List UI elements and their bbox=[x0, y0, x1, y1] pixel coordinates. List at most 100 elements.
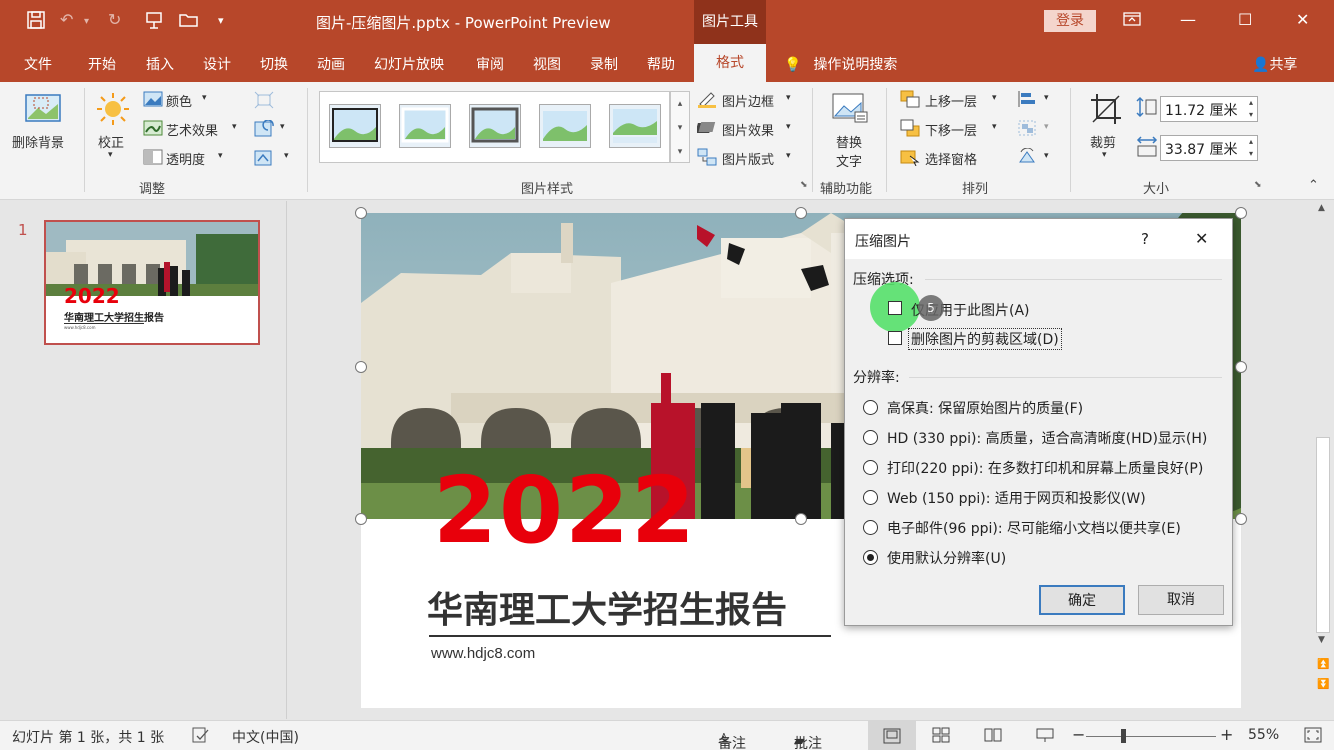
width-spinner-icon[interactable]: ▴ ▾ bbox=[1249, 136, 1253, 160]
tab-record[interactable]: 录制 bbox=[590, 54, 618, 74]
previous-slide-icon[interactable]: ⏫ bbox=[1317, 659, 1329, 670]
scroll-up-icon[interactable]: ▲ bbox=[1318, 203, 1325, 213]
artistic-dropdown-icon[interactable]: ▾ bbox=[232, 122, 237, 132]
picture-layout-dropdown-icon[interactable]: ▾ bbox=[786, 151, 791, 161]
radio-resolution-default[interactable] bbox=[863, 550, 878, 565]
zoom-in-button[interactable]: + bbox=[1220, 725, 1233, 744]
resize-handle-top-left[interactable] bbox=[355, 207, 367, 219]
resize-handle-bottom[interactable] bbox=[795, 513, 807, 525]
picture-border-label[interactable]: 图片边框 bbox=[722, 91, 774, 110]
resolution-web-label[interactable]: Web (150 ppi): 适用于网页和投影仪(W) bbox=[887, 488, 1146, 508]
color-dropdown-icon[interactable]: ▾ bbox=[202, 93, 207, 103]
tab-format[interactable]: 格式 bbox=[694, 44, 766, 82]
share-button[interactable]: 👤共享 bbox=[1252, 54, 1297, 74]
resize-handle-top-right[interactable] bbox=[1235, 207, 1247, 219]
undo-icon[interactable]: ↶ bbox=[60, 10, 73, 29]
remove-background-label[interactable]: 删除背景 bbox=[12, 132, 64, 151]
resize-handle-bottom-left[interactable] bbox=[355, 513, 367, 525]
picture-effects-icon[interactable] bbox=[695, 119, 717, 141]
close-icon[interactable]: ✕ bbox=[1296, 10, 1309, 29]
zoom-level[interactable]: 55% bbox=[1248, 727, 1279, 743]
customize-toolbar-icon[interactable]: ▾ bbox=[218, 14, 224, 27]
tab-slideshow[interactable]: 幻灯片放映 bbox=[374, 54, 444, 74]
zoom-out-button[interactable]: − bbox=[1072, 725, 1085, 744]
open-folder-icon[interactable] bbox=[178, 10, 200, 34]
send-backward-label[interactable]: 下移一层 bbox=[925, 120, 977, 139]
tab-help[interactable]: 帮助 bbox=[647, 54, 675, 74]
slide-url[interactable]: www.hdjc8.com bbox=[431, 645, 535, 662]
picture-effects-dropdown-icon[interactable]: ▾ bbox=[786, 122, 791, 132]
cancel-button[interactable]: 取消 bbox=[1138, 585, 1224, 615]
resize-handle-bottom-right[interactable] bbox=[1235, 513, 1247, 525]
picture-border-dropdown-icon[interactable]: ▾ bbox=[786, 93, 791, 103]
height-input[interactable]: 11.72 厘米 ▴ ▾ bbox=[1160, 96, 1258, 122]
crop-label[interactable]: 裁剪 bbox=[1090, 132, 1116, 151]
maximize-icon[interactable]: ☐ bbox=[1238, 10, 1252, 29]
slide-year[interactable]: 2022 bbox=[433, 465, 697, 557]
save-icon[interactable] bbox=[26, 10, 46, 34]
transparency-label[interactable]: 透明度 bbox=[166, 149, 205, 168]
delete-crop-checkbox[interactable] bbox=[888, 331, 902, 345]
spell-check-icon[interactable] bbox=[192, 727, 210, 747]
change-picture-icon[interactable] bbox=[254, 119, 276, 142]
alt-text-label-2[interactable]: 文字 bbox=[836, 151, 862, 170]
group-dropdown-icon[interactable]: ▾ bbox=[1044, 122, 1049, 132]
fit-to-window-icon[interactable] bbox=[1304, 727, 1322, 747]
remove-background-icon[interactable] bbox=[24, 92, 62, 128]
dialog-help-button[interactable]: ? bbox=[1141, 230, 1149, 248]
language-indicator[interactable]: 中文(中国) bbox=[232, 727, 299, 747]
radio-resolution-email[interactable] bbox=[863, 520, 878, 535]
login-button[interactable]: 登录 bbox=[1044, 10, 1096, 32]
resolution-email-label[interactable]: 电子邮件(96 ppi): 尽可能缩小文档以便共享(E) bbox=[887, 518, 1181, 538]
scroll-thumb[interactable] bbox=[1316, 437, 1330, 633]
slide-title[interactable]: 华南理工大学招生报告 bbox=[427, 581, 787, 633]
alt-text-icon[interactable] bbox=[831, 92, 869, 128]
slide-sorter-icon[interactable] bbox=[932, 727, 950, 747]
normal-view-button[interactable] bbox=[868, 721, 916, 750]
rotate-icon[interactable] bbox=[1017, 147, 1037, 170]
picture-style-3[interactable] bbox=[469, 104, 521, 148]
crop-dropdown-icon[interactable]: ▾ bbox=[1102, 150, 1107, 160]
resolution-default-label[interactable]: 使用默认分辨率(U) bbox=[887, 548, 1006, 568]
size-dialog-launcher-icon[interactable]: ⬊ bbox=[1254, 180, 1262, 190]
artistic-effects-icon[interactable] bbox=[143, 120, 163, 140]
tab-transitions[interactable]: 切换 bbox=[260, 54, 288, 74]
corrections-icon[interactable] bbox=[96, 92, 130, 130]
reset-picture-icon[interactable] bbox=[254, 149, 276, 171]
bring-forward-dropdown-icon[interactable]: ▾ bbox=[992, 93, 997, 103]
resolution-hd-label[interactable]: HD (330 ppi): 高质量，适合高清晰度(HD)显示(H) bbox=[887, 428, 1207, 448]
delete-crop-label[interactable]: 删除图片的剪裁区域(D) bbox=[908, 328, 1062, 350]
color-label[interactable]: 颜色 bbox=[166, 91, 192, 110]
gallery-scroll[interactable]: ▴ ▾ ▾ bbox=[670, 91, 690, 163]
change-picture-dropdown-icon[interactable]: ▾ bbox=[280, 122, 285, 132]
picture-border-icon[interactable] bbox=[697, 90, 717, 112]
bring-forward-label[interactable]: 上移一层 bbox=[925, 91, 977, 110]
resize-handle-top[interactable] bbox=[795, 207, 807, 219]
tab-home[interactable]: 开始 bbox=[88, 54, 116, 74]
radio-resolution-high-fidelity[interactable] bbox=[863, 400, 878, 415]
radio-resolution-print[interactable] bbox=[863, 460, 878, 475]
send-backward-icon[interactable] bbox=[900, 119, 920, 141]
slideshow-icon[interactable] bbox=[1036, 727, 1054, 747]
reading-view-icon[interactable] bbox=[984, 727, 1002, 747]
width-input[interactable]: 33.87 厘米 ▴ ▾ bbox=[1160, 135, 1258, 161]
apply-only-checkbox[interactable] bbox=[888, 301, 902, 315]
color-icon[interactable] bbox=[143, 91, 163, 111]
corrections-label[interactable]: 校正 bbox=[98, 132, 124, 151]
transparency-dropdown-icon[interactable]: ▾ bbox=[218, 151, 223, 161]
zoom-slider-thumb[interactable] bbox=[1121, 729, 1126, 743]
presentation-icon[interactable] bbox=[144, 10, 164, 34]
compress-pictures-icon[interactable] bbox=[254, 91, 274, 113]
artistic-effects-label[interactable]: 艺术效果 bbox=[166, 120, 218, 139]
selection-pane-label[interactable]: 选择窗格 bbox=[925, 149, 977, 168]
undo-dropdown-icon[interactable]: ▾ bbox=[84, 16, 89, 27]
tab-review[interactable]: 审阅 bbox=[476, 54, 504, 74]
reset-picture-dropdown-icon[interactable]: ▾ bbox=[284, 151, 289, 161]
tell-me-search[interactable]: 💡 操作说明搜索 bbox=[784, 54, 897, 74]
collapse-ribbon-icon[interactable]: ⌃ bbox=[1308, 178, 1319, 193]
minimize-icon[interactable]: — bbox=[1180, 10, 1196, 29]
picture-style-5[interactable] bbox=[609, 104, 661, 148]
scroll-down-icon[interactable]: ▼ bbox=[1318, 635, 1325, 645]
alt-text-label-1[interactable]: 替换 bbox=[836, 132, 862, 151]
slide-thumbnail[interactable]: 2022 华南理工大学招生报告 www.hdjc8.com bbox=[44, 220, 260, 345]
